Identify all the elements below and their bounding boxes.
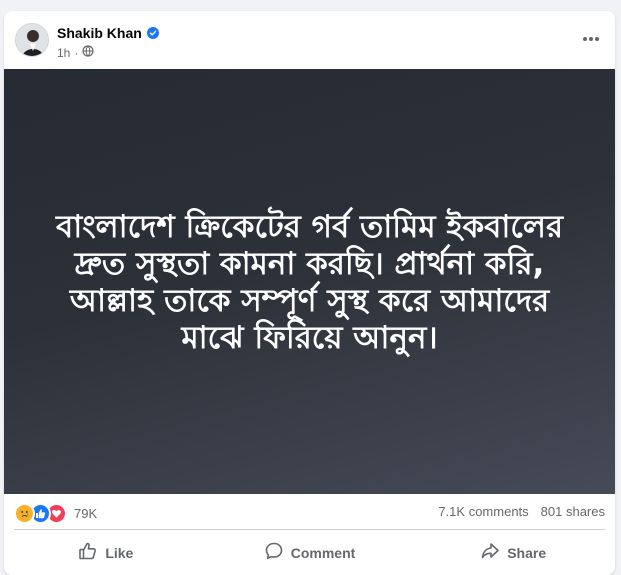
post-meta: 1h · bbox=[57, 45, 94, 60]
engagement-counts: 7.1K comments 801 shares bbox=[438, 504, 605, 519]
share-button[interactable]: Share bbox=[411, 530, 615, 575]
like-outline-icon bbox=[78, 541, 98, 564]
comments-count[interactable]: 7.1K comments bbox=[438, 504, 528, 519]
comment-label: Comment bbox=[290, 544, 356, 561]
verified-badge-icon bbox=[146, 27, 159, 39]
more-dots-icon bbox=[583, 37, 599, 41]
post-image[interactable]: বাংলাদেশ ক্রিকেটের গর্ব তামিম ইকবালের দ্… bbox=[4, 69, 615, 494]
post-header: Shakib Khan 1h · bbox=[4, 11, 615, 69]
post-stats: 79K 7.1K comments 801 shares bbox=[4, 494, 615, 529]
more-options-button[interactable] bbox=[577, 25, 605, 53]
share-label: Share bbox=[507, 544, 547, 561]
reaction-count: 79K bbox=[74, 506, 98, 521]
share-icon bbox=[480, 541, 500, 564]
post-actions: Like Comment Share bbox=[4, 530, 615, 575]
like-button[interactable]: Like bbox=[4, 530, 208, 575]
reactions-summary[interactable]: 79K bbox=[14, 503, 97, 524]
like-label: Like bbox=[105, 544, 134, 561]
avatar[interactable] bbox=[15, 23, 49, 57]
separator-dot: · bbox=[74, 45, 79, 60]
author-name[interactable]: Shakib Khan bbox=[57, 25, 142, 41]
shares-count[interactable]: 801 shares bbox=[541, 504, 605, 519]
author-row: Shakib Khan bbox=[57, 25, 159, 41]
post-card: Shakib Khan 1h · বাংলাদেশ ক্রিকেটের গর্ব… bbox=[4, 11, 615, 575]
post-text: বাংলাদেশ ক্রিকেটের গর্ব তামিম ইকবালের দ্… bbox=[55, 209, 564, 356]
post-time[interactable]: 1h bbox=[57, 46, 70, 60]
globe-icon bbox=[82, 45, 94, 60]
comment-icon bbox=[264, 541, 284, 564]
comment-button[interactable]: Comment bbox=[208, 530, 412, 575]
sad-icon bbox=[14, 503, 35, 524]
